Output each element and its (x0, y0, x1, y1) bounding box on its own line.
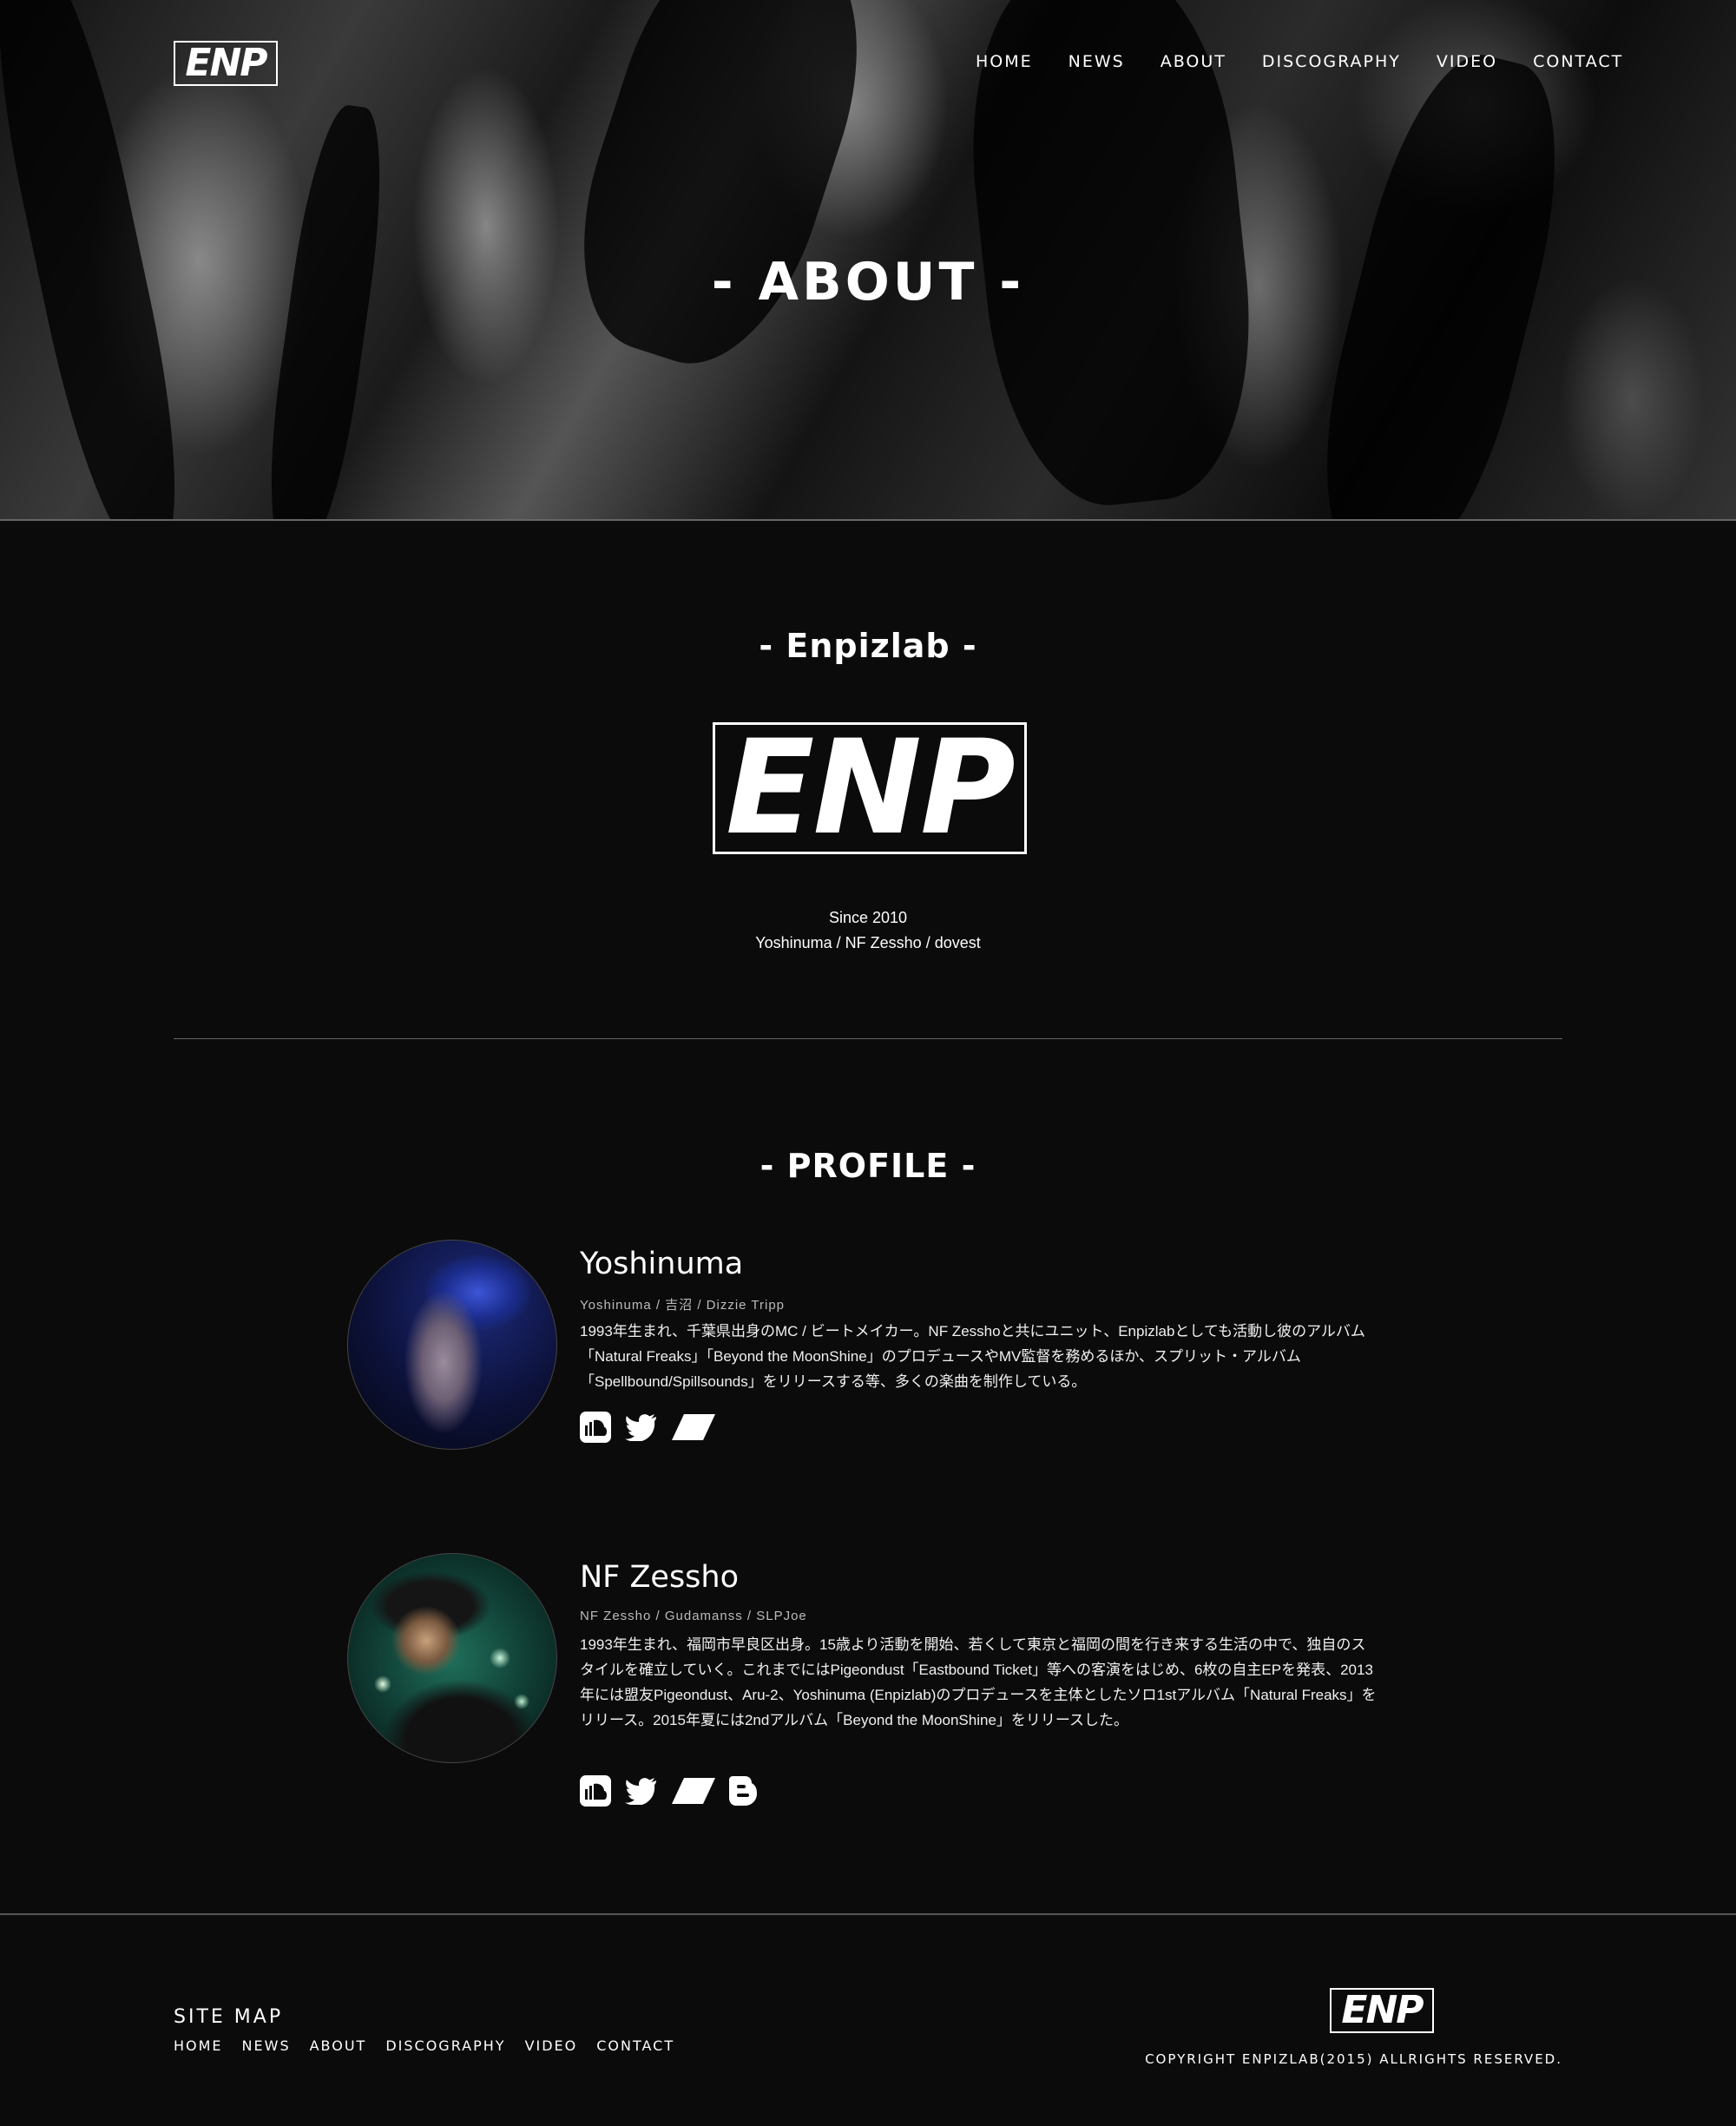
footer-nav-video[interactable]: VIDEO (525, 2037, 578, 2054)
nav-video[interactable]: VIDEO (1437, 52, 1497, 71)
parallelogram-icon[interactable] (672, 1414, 715, 1440)
nav-about[interactable]: ABOUT (1161, 52, 1226, 71)
twitter-icon[interactable] (625, 1777, 658, 1805)
profile-bio: 1993年生まれ、福岡市早良区出身。15歳より活動を開始、若くして東京と福岡の間… (580, 1636, 1377, 1728)
profile-name: NF Zessho (580, 1560, 740, 1595)
footer-nav-home[interactable]: HOME (174, 2037, 223, 2054)
profile-aliases: Yoshinuma / 吉沼 / Dizzie Tripp (580, 1298, 786, 1313)
avatar-nf-zessho (347, 1553, 557, 1763)
about-section-title: - Enpizlab - (759, 627, 977, 665)
about-info: Since 2010 Yoshinuma / NF Zessho / doves… (0, 905, 1736, 956)
nav-discography[interactable]: DISCOGRAPHY (1262, 52, 1401, 71)
header-logo[interactable]: ENP (174, 41, 278, 86)
nav-news[interactable]: NEWS (1069, 52, 1125, 71)
parallelogram-icon[interactable] (672, 1778, 715, 1804)
since-text: Since 2010 (828, 909, 908, 926)
footer-logo[interactable]: ENP (1330, 1988, 1434, 2033)
profile-social-links (580, 1775, 757, 1807)
footer-nav-news[interactable]: NEWS (242, 2037, 291, 2054)
sitemap-title: SITE MAP (174, 2006, 284, 2028)
main-nav: HOME NEWS ABOUT DISCOGRAPHY VIDEO CONTAC… (976, 52, 1623, 71)
profile-name: Yoshinuma (580, 1247, 744, 1281)
nav-home[interactable]: HOME (976, 52, 1033, 71)
hero-banner: ENP HOME NEWS ABOUT DISCOGRAPHY VIDEO CO… (0, 0, 1736, 521)
footer-nav-about[interactable]: ABOUT (310, 2037, 367, 2054)
twitter-icon[interactable] (625, 1413, 658, 1441)
soundcloud-icon[interactable] (580, 1412, 611, 1443)
footer: SITE MAP HOME NEWS ABOUT DISCOGRAPHY VID… (0, 1913, 1736, 2126)
profile-bio: 1993年生まれ、千葉県出身のMC / ビートメイカー。NF Zesshoと共に… (580, 1323, 1365, 1390)
profile-aliases: NF Zessho / Gudamanss / SLPJoe (580, 1609, 807, 1623)
hero-brush-stroke (546, 0, 895, 389)
profile-section-title: - PROFILE - (760, 1147, 976, 1185)
blogger-icon[interactable] (729, 1776, 757, 1806)
section-divider (174, 1038, 1562, 1039)
footer-nav-discography[interactable]: DISCOGRAPHY (385, 2037, 505, 2054)
soundcloud-icon[interactable] (580, 1775, 611, 1807)
page-title: - ABOUT - (711, 252, 1025, 313)
profile-social-links (580, 1412, 715, 1443)
footer-nav-contact[interactable]: CONTACT (596, 2037, 674, 2054)
enpizlab-logo: ENP (713, 722, 1027, 854)
footer-nav: HOME NEWS ABOUT DISCOGRAPHY VIDEO CONTAC… (174, 2037, 674, 2054)
nav-contact[interactable]: CONTACT (1533, 52, 1623, 71)
members-text: Yoshinuma / NF Zessho / dovest (755, 934, 981, 951)
avatar-yoshinuma (347, 1240, 557, 1450)
copyright-text: COPYRIGHT ENPIZLAB(2015) ALLRIGHTS RESER… (1145, 2051, 1562, 2067)
